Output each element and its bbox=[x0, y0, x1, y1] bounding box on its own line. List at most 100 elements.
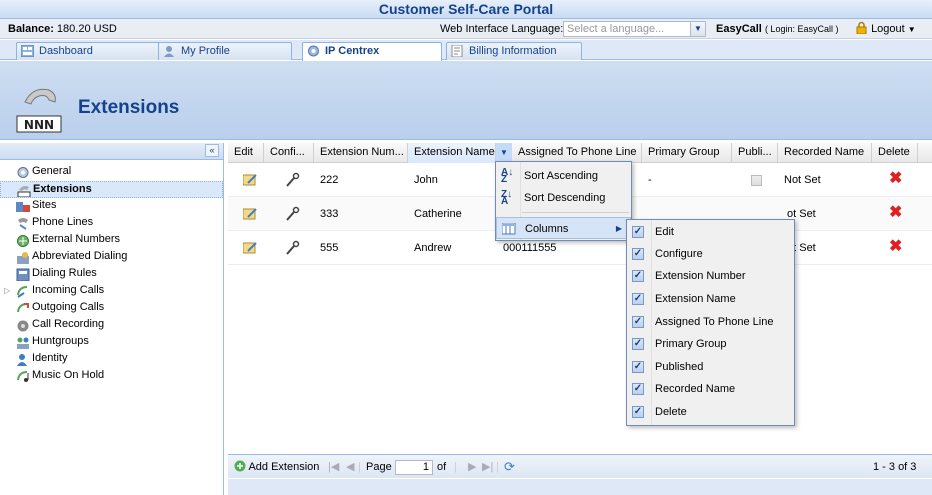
column-toggle-recorded-name[interactable]: ✓ Recorded Name bbox=[627, 378, 794, 400]
checkbox-checked-icon: ✓ bbox=[632, 406, 644, 418]
column-toggle-configure[interactable]: ✓ Configure bbox=[627, 243, 794, 265]
balance-label: Balance: bbox=[8, 23, 54, 35]
tab-my-profile[interactable]: My Profile bbox=[158, 42, 292, 60]
edit-icon[interactable] bbox=[243, 242, 257, 254]
column-header-primary-group[interactable]: Primary Group bbox=[642, 143, 732, 163]
wrench-icon[interactable] bbox=[284, 172, 300, 188]
extension-name: Andrew bbox=[414, 242, 452, 254]
delete-icon[interactable]: ✖ bbox=[889, 239, 902, 255]
sidebar-item-phone-lines[interactable]: Phone Lines bbox=[0, 215, 223, 232]
add-extension-button[interactable]: Add Extension bbox=[234, 455, 319, 479]
sidebar-item-external-numbers[interactable]: External Numbers bbox=[0, 232, 223, 249]
sidebar-item-abbreviated-dialing[interactable]: Abbreviated Dialing bbox=[0, 249, 223, 266]
first-page-icon[interactable]: |◀ bbox=[328, 455, 339, 479]
huntgroups-icon bbox=[17, 337, 29, 349]
sidebar-item-incoming-calls[interactable]: ▷ Incoming Calls bbox=[0, 283, 223, 300]
menu-item-label: Delete bbox=[655, 406, 687, 418]
columns-icon bbox=[502, 223, 516, 235]
dialing-rules-icon bbox=[16, 268, 30, 281]
edit-icon[interactable] bbox=[243, 208, 257, 220]
expand-icon[interactable]: ▷ bbox=[4, 283, 10, 298]
column-toggle-published[interactable]: ✓ Published bbox=[627, 356, 794, 378]
logout-button[interactable]: Logout ▼ bbox=[855, 19, 916, 40]
published-checkbox[interactable] bbox=[751, 175, 762, 186]
column-header-published[interactable]: Publi... bbox=[732, 143, 778, 163]
profile-icon bbox=[164, 46, 174, 57]
chevron-down-icon[interactable]: ▼ bbox=[690, 22, 705, 36]
column-header-configure[interactable]: Confi... bbox=[264, 143, 314, 163]
menu-item-label: Assigned To Phone Line bbox=[655, 316, 774, 328]
column-header-edit[interactable]: Edit bbox=[228, 143, 264, 163]
last-page-icon[interactable]: ▶| bbox=[482, 455, 493, 479]
extensions-logo-icon: NNN bbox=[16, 88, 62, 133]
gear-icon bbox=[17, 167, 29, 178]
sidebar-item-general[interactable]: General bbox=[0, 164, 223, 181]
lock-icon bbox=[856, 21, 867, 35]
sidebar-item-huntgroups[interactable]: Huntgroups bbox=[0, 334, 223, 351]
checkbox-checked-icon: ✓ bbox=[632, 361, 644, 373]
page-input[interactable]: 1 bbox=[395, 460, 433, 475]
tab-ip-centrex[interactable]: IP Centrex bbox=[302, 42, 442, 61]
refresh-icon[interactable]: ⟳ bbox=[504, 455, 515, 479]
sidebar-item-music-on-hold[interactable]: Music On Hold bbox=[0, 368, 223, 385]
checkbox-checked-icon: ✓ bbox=[632, 316, 644, 328]
checkbox-checked-icon: ✓ bbox=[632, 383, 644, 395]
tab-label: Dashboard bbox=[39, 45, 93, 57]
collapse-icon[interactable]: « bbox=[205, 144, 219, 157]
column-header-extension-name[interactable]: Extension Name bbox=[408, 143, 496, 163]
column-header-extension-number[interactable]: Extension Num... bbox=[314, 143, 408, 163]
sort-ascending-icon: A↓ Z bbox=[501, 167, 514, 185]
sidebar-item-dialing-rules[interactable]: Dialing Rules bbox=[0, 266, 223, 283]
sidebar-item-label: Extensions bbox=[33, 183, 92, 195]
column-toggle-extension-number[interactable]: ✓ Extension Number bbox=[627, 265, 794, 287]
tab-billing-information[interactable]: Billing Information bbox=[446, 42, 582, 60]
language-label: Web Interface Language: bbox=[440, 23, 564, 35]
delete-icon[interactable]: ✖ bbox=[889, 171, 902, 187]
sidebar-item-sites[interactable]: Sites bbox=[0, 198, 223, 215]
sort-ascending-item[interactable]: A↓ Z Sort Ascending bbox=[496, 165, 631, 187]
music-icon bbox=[17, 371, 29, 382]
column-toggle-primary-group[interactable]: ✓ Primary Group bbox=[627, 333, 794, 355]
next-page-icon[interactable]: ▶ bbox=[468, 455, 476, 479]
dashboard-icon bbox=[21, 45, 34, 57]
column-header-recorded-name[interactable]: Recorded Name bbox=[778, 143, 872, 163]
add-icon bbox=[234, 460, 246, 472]
extension-name: John bbox=[414, 174, 438, 186]
column-header-delete[interactable]: Delete bbox=[872, 143, 918, 163]
abbreviated-dialing-icon bbox=[17, 252, 29, 264]
wrench-icon[interactable] bbox=[284, 206, 300, 222]
column-toggle-delete[interactable]: ✓ Delete bbox=[627, 401, 794, 423]
prev-page-icon[interactable]: ◀ bbox=[346, 455, 354, 479]
menu-item-label: Published bbox=[655, 361, 704, 373]
sort-descending-icon: Z↓ A bbox=[501, 189, 513, 207]
chevron-down-icon: ▼ bbox=[907, 25, 916, 34]
menu-item-label: Edit bbox=[655, 226, 674, 238]
sidebar-item-call-recording[interactable]: Call Recording bbox=[0, 317, 223, 334]
page-header: NNN Extensions bbox=[0, 61, 932, 140]
column-toggle-extension-name[interactable]: ✓ Extension Name bbox=[627, 288, 794, 310]
sidebar-item-label: Incoming Calls bbox=[32, 284, 105, 296]
column-menu-trigger-icon[interactable]: ▼ bbox=[496, 143, 512, 163]
columns-submenu: ✓ Edit ✓ Configure ✓ Extension Number ✓ Exte… bbox=[626, 219, 795, 426]
sort-descending-item[interactable]: Z↓ A Sort Descending bbox=[496, 187, 631, 209]
sidebar-item-extensions[interactable]: Extensions bbox=[0, 181, 223, 198]
checkbox-checked-icon: ✓ bbox=[632, 338, 644, 350]
logout-label: Logout bbox=[871, 23, 905, 35]
wrench-icon[interactable] bbox=[284, 240, 300, 256]
column-toggle-assigned-to-phone-line[interactable]: ✓ Assigned To Phone Line bbox=[627, 311, 794, 333]
column-header-menu: A↓ Z Sort Ascending Z↓ A Sort Descending C… bbox=[495, 161, 632, 241]
delete-icon[interactable]: ✖ bbox=[889, 205, 902, 221]
grid-footer bbox=[228, 479, 932, 495]
tab-strip: Dashboard My Profile IP Centrex Billing … bbox=[0, 40, 932, 61]
language-select[interactable]: Select a language... ▼ bbox=[563, 21, 706, 37]
checkbox-checked-icon: ✓ bbox=[632, 270, 644, 282]
column-toggle-edit[interactable]: ✓ Edit bbox=[627, 221, 794, 243]
sidebar-item-label: Call Recording bbox=[32, 318, 105, 330]
edit-icon[interactable] bbox=[243, 174, 257, 186]
svg-text:NNN: NNN bbox=[24, 118, 54, 132]
column-header-assigned-to-phone-line[interactable]: Assigned To Phone Line bbox=[512, 143, 642, 163]
sidebar-item-outgoing-calls[interactable]: Outgoing Calls bbox=[0, 300, 223, 317]
sidebar-item-identity[interactable]: Identity bbox=[0, 351, 223, 368]
columns-item[interactable]: Columns ▶ bbox=[496, 217, 631, 239]
balance-value: 180.20 USD bbox=[56, 23, 117, 35]
